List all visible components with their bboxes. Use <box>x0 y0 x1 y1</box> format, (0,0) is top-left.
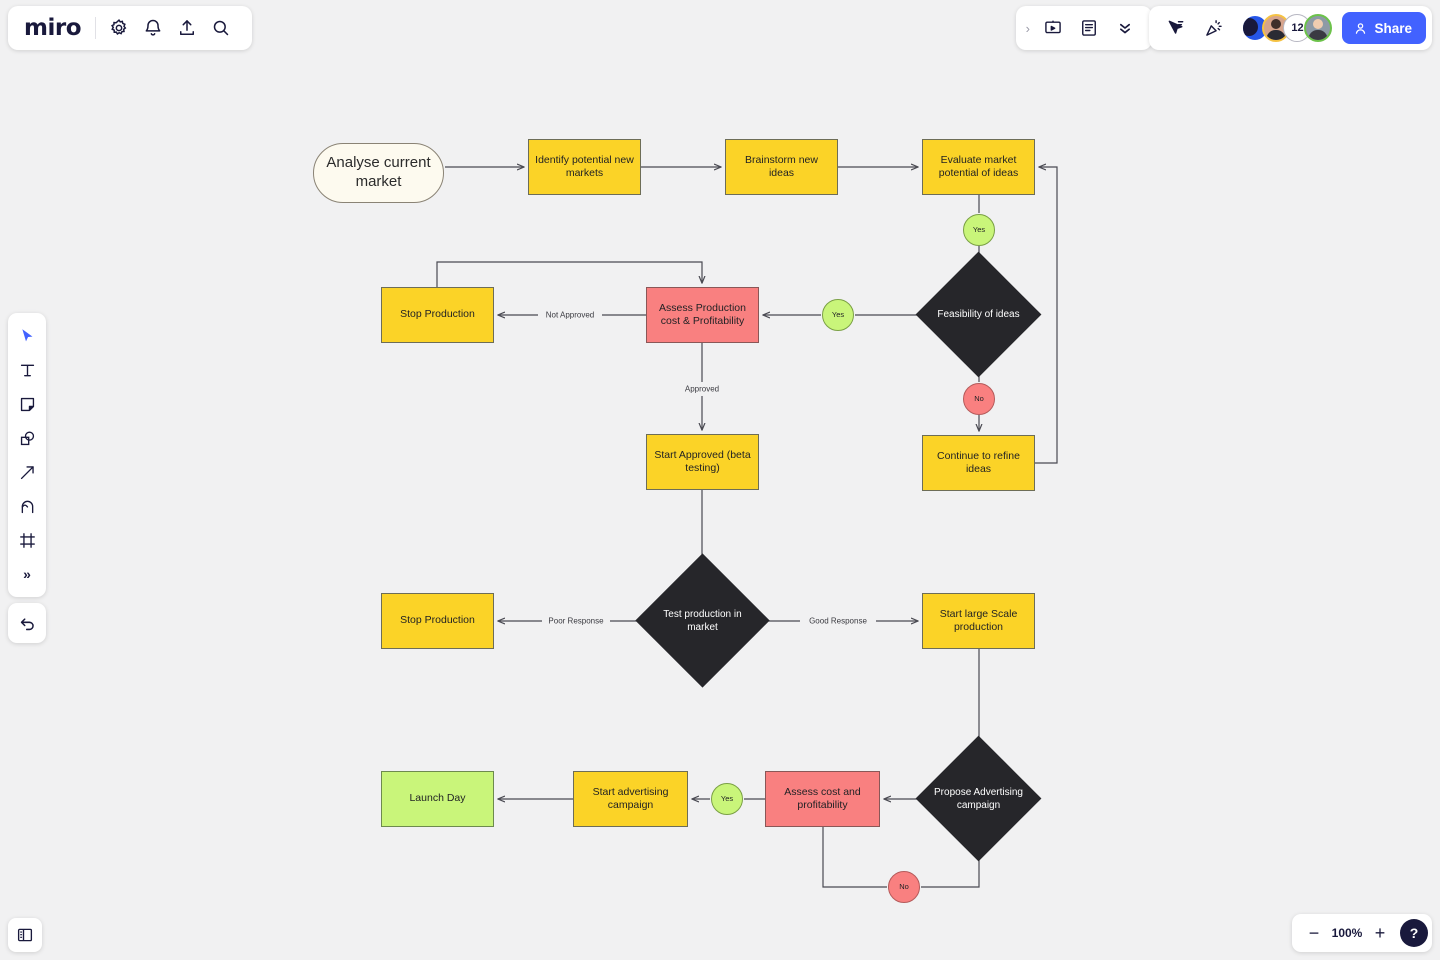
flow-node[interactable]: Propose Advertising campaign <box>915 735 1042 862</box>
miro-logo[interactable]: miro <box>24 16 82 40</box>
presentation-icon[interactable] <box>1036 11 1070 45</box>
flow-node[interactable]: Stop Production <box>381 287 494 343</box>
connector-tool[interactable] <box>11 456 43 488</box>
more-tools[interactable]: » <box>11 558 43 590</box>
flow-node-label: Stop Production <box>400 614 475 627</box>
avatar[interactable] <box>1304 14 1333 42</box>
notifications-bell-icon[interactable] <box>136 11 170 45</box>
edge-label: Approved <box>681 384 723 394</box>
flow-node[interactable]: Test production in market <box>635 553 770 688</box>
flow-node[interactable]: Assess cost and profitability <box>765 771 880 827</box>
flow-node-label: Test production in market <box>663 608 742 633</box>
flow-node[interactable]: Analyse current market <box>313 143 444 203</box>
flow-node[interactable]: Start Approved (beta testing) <box>646 434 759 490</box>
flow-node-label: Assess Production cost & Profitability <box>659 301 746 327</box>
undo-button[interactable] <box>8 603 46 643</box>
flow-node[interactable]: Identify potential new markets <box>528 139 641 195</box>
flow-node[interactable]: Yes <box>822 299 854 331</box>
flow-node[interactable]: Yes <box>963 214 995 246</box>
settings-gear-icon[interactable] <box>102 11 136 45</box>
flow-node[interactable]: Assess Production cost & Profitability <box>646 287 759 343</box>
upload-icon[interactable] <box>170 11 204 45</box>
flow-node-label: Start Approved (beta testing) <box>654 448 751 474</box>
flow-node[interactable]: Start large Scale production <box>922 593 1035 649</box>
left-tool-rail: » <box>8 313 46 597</box>
flow-node-label: Analyse current market <box>326 154 431 190</box>
flow-node[interactable]: Start advertising campaign <box>573 771 688 827</box>
collapse-double-chevron-icon[interactable] <box>1108 11 1142 45</box>
flow-node[interactable]: Brainstorm new ideas <box>725 139 838 195</box>
flow-node-label: Propose Advertising campaign <box>934 786 1023 811</box>
edge-label: Poor Response <box>545 616 607 626</box>
flow-node-label: Evaluate market potential of ideas <box>938 153 1019 179</box>
flow-node-label: Identify potential new markets <box>535 153 634 179</box>
flow-node-label: Continue to refine ideas <box>937 449 1020 475</box>
flow-node[interactable]: No <box>963 383 995 415</box>
flow-node-label: No <box>899 882 909 892</box>
notes-icon[interactable] <box>1072 11 1106 45</box>
expand-chevron-icon[interactable]: › <box>1022 21 1034 36</box>
zoom-level-label[interactable]: 100% <box>1330 926 1364 940</box>
collaborator-avatars: 12 <box>1241 14 1333 42</box>
search-icon[interactable] <box>204 11 238 45</box>
flow-node[interactable]: Feasibility of ideas <box>915 251 1042 378</box>
cursor-share-icon[interactable] <box>1159 11 1193 45</box>
toolbar-divider <box>95 17 96 39</box>
flow-node-label: Yes <box>831 310 845 320</box>
pen-tool[interactable] <box>11 490 43 522</box>
share-button-label: Share <box>1374 20 1412 36</box>
flow-node[interactable]: No <box>888 871 920 903</box>
flow-node-label: Yes <box>720 794 734 804</box>
edge-label: Good Response <box>806 616 870 626</box>
flow-node[interactable]: Launch Day <box>381 771 494 827</box>
share-button[interactable]: Share <box>1342 12 1426 44</box>
flow-node[interactable]: Continue to refine ideas <box>922 435 1035 491</box>
flow-node-label: Stop Production <box>400 308 475 321</box>
flow-node-label: Launch Day <box>409 792 466 805</box>
top-right-toolbar-collab: 12 Share <box>1149 6 1432 50</box>
frame-tool[interactable] <box>11 524 43 556</box>
top-right-toolbar-primary: › <box>1015 6 1152 50</box>
panel-toggle-button[interactable] <box>8 918 42 952</box>
board-canvas[interactable]: Analyse current market Identify potential… <box>0 0 1440 960</box>
edge-label: Not Approved <box>542 310 598 320</box>
flow-node-label: Feasibility of ideas <box>937 309 1020 320</box>
top-left-toolbar: miro <box>8 6 252 50</box>
zoom-out-button[interactable]: − <box>1302 921 1326 945</box>
flow-node-label: Brainstorm new ideas <box>745 153 818 179</box>
flow-node[interactable]: Evaluate market potential of ideas <box>922 139 1035 195</box>
flow-node-label: Start large Scale production <box>939 607 1018 633</box>
help-button[interactable]: ? <box>1400 919 1428 947</box>
select-tool[interactable] <box>11 320 43 352</box>
flow-node[interactable]: Stop Production <box>381 593 494 649</box>
zoom-toolbar: − 100% + ? <box>1292 914 1432 952</box>
flow-node[interactable]: Yes <box>711 783 743 815</box>
zoom-in-button[interactable]: + <box>1368 921 1392 945</box>
shapes-tool[interactable] <box>11 422 43 454</box>
flow-node-label: No <box>974 394 984 404</box>
sticky-note-tool[interactable] <box>11 388 43 420</box>
flow-node-label: Start advertising campaign <box>592 785 669 811</box>
flow-node-label: Yes <box>972 225 986 235</box>
celebrate-icon[interactable] <box>1197 11 1231 45</box>
flow-node-label: Assess cost and profitability <box>784 785 861 811</box>
text-tool[interactable] <box>11 354 43 386</box>
